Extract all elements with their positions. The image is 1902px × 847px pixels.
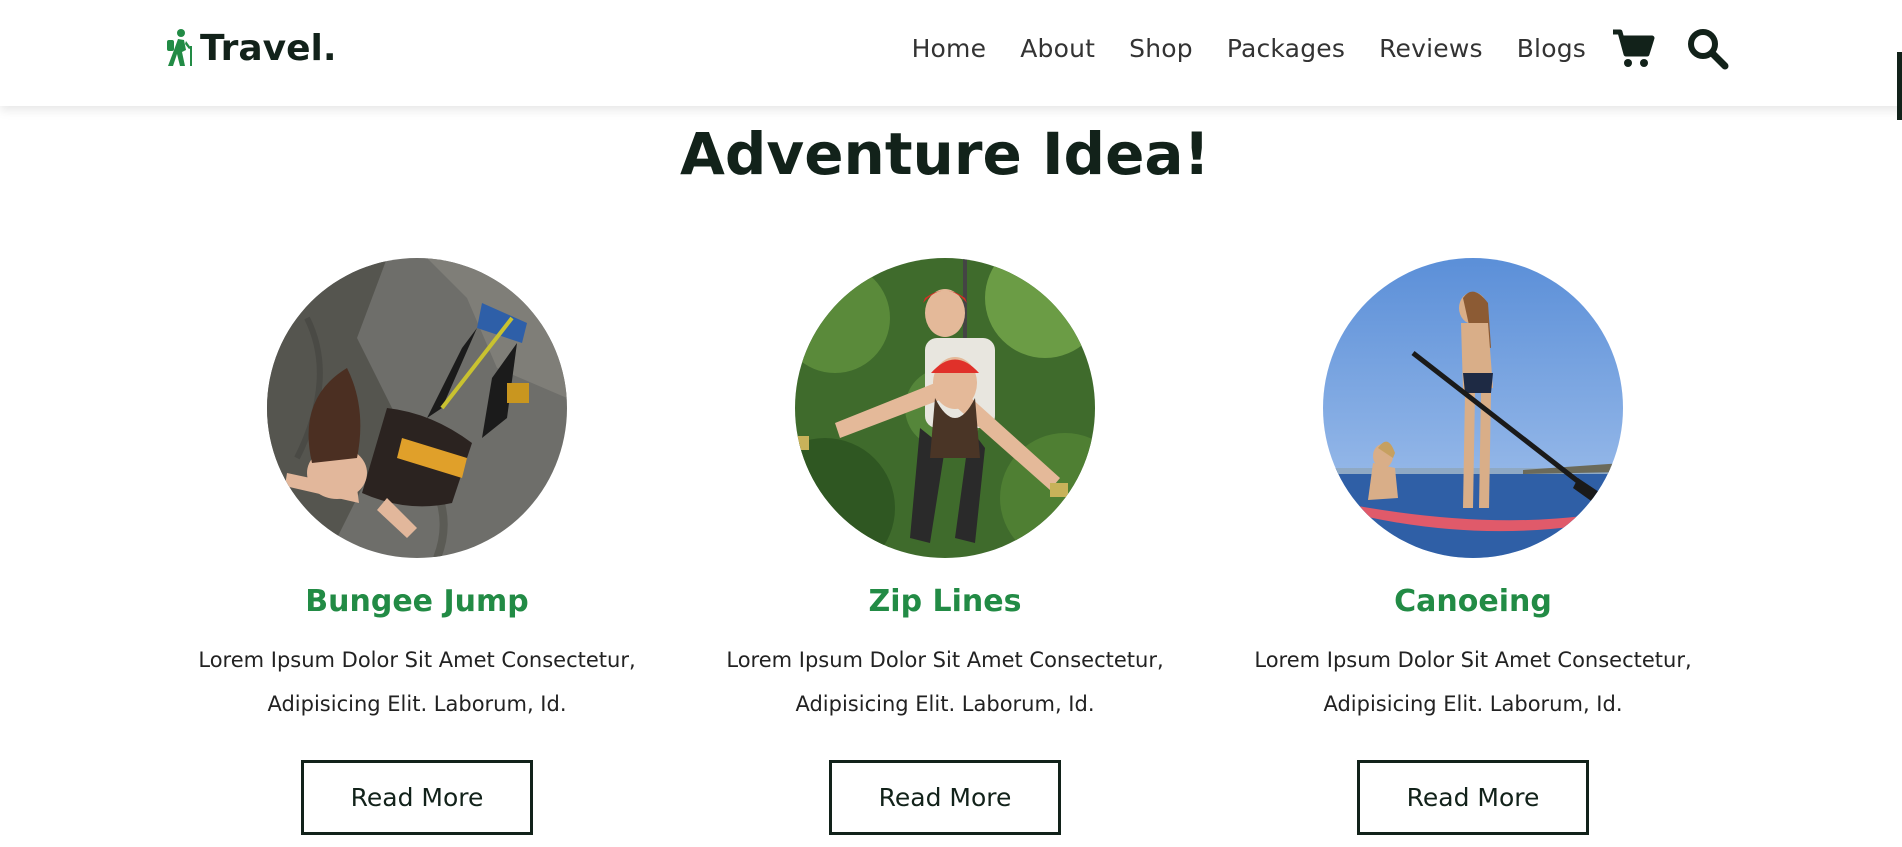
zip-lines-image	[795, 258, 1095, 558]
nav-shop[interactable]: Shop	[1129, 34, 1193, 63]
cart-icon[interactable]	[1611, 26, 1655, 70]
zip-lines-photo	[795, 258, 1095, 558]
nav-home[interactable]: Home	[912, 34, 987, 63]
hiker-icon	[167, 29, 192, 66]
bungee-jump-photo	[267, 258, 567, 558]
card-title: Canoeing	[1394, 584, 1552, 619]
read-more-button[interactable]: Read More	[1357, 760, 1589, 835]
nav-reviews[interactable]: Reviews	[1379, 34, 1483, 63]
brand-name: Travel.	[200, 27, 337, 69]
adventure-card-bungee: Bungee Jump Lorem Ipsum Dolor Sit Amet C…	[177, 258, 657, 835]
site-header: Travel. Home About Shop Packages Reviews…	[0, 0, 1902, 106]
bungee-jump-image	[267, 258, 567, 558]
brand-logo[interactable]: Travel.	[164, 26, 337, 70]
card-description: Lorem Ipsum Dolor Sit Amet Consectetur, …	[198, 648, 636, 716]
nav-blogs[interactable]: Blogs	[1517, 34, 1586, 63]
card-title: Zip Lines	[868, 584, 1022, 619]
scrollbar-thumb[interactable]	[1897, 52, 1902, 120]
adventure-card-canoeing: Canoeing Lorem Ipsum Dolor Sit Amet Cons…	[1233, 258, 1713, 835]
card-title: Bungee Jump	[305, 584, 529, 619]
canoeing-image	[1323, 258, 1623, 558]
canoeing-photo	[1323, 258, 1623, 558]
search-icon[interactable]	[1685, 26, 1729, 70]
card-description: Lorem Ipsum Dolor Sit Amet Consectetur, …	[726, 648, 1164, 716]
read-more-button[interactable]: Read More	[829, 760, 1061, 835]
card-description: Lorem Ipsum Dolor Sit Amet Consectetur, …	[1254, 648, 1692, 716]
adventure-card-zipline: Zip Lines Lorem Ipsum Dolor Sit Amet Con…	[705, 258, 1185, 835]
nav-about[interactable]: About	[1020, 34, 1095, 63]
nav-packages[interactable]: Packages	[1227, 34, 1345, 63]
main-nav: Home About Shop Packages Reviews Blogs	[912, 30, 1586, 66]
section-title: Adventure Idea!	[679, 120, 1210, 188]
read-more-button[interactable]: Read More	[301, 760, 533, 835]
